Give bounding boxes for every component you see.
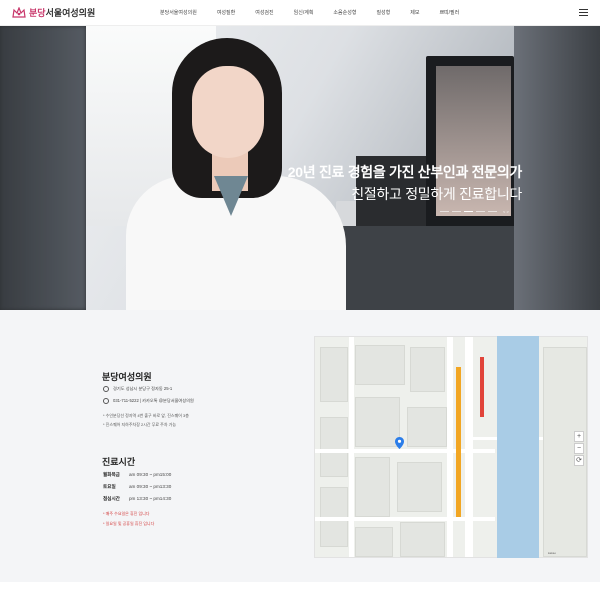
hero-banner: 20년 진료 경험을 가진 산부인과 전문의가 친절하고 정밀하게 진료합니다 … (0, 26, 600, 310)
closed-wednesday-note: * 매주 수요일은 휴진 입니다 (103, 511, 150, 516)
hours-title: 진료시간 (102, 457, 136, 467)
hero-title: 20년 진료 경험을 가진 산부인과 전문의가 (287, 164, 523, 180)
slide-dot-active[interactable] (464, 211, 473, 212)
slide-pagination: < > (440, 209, 509, 214)
address-row: 경기도 성남시 분당구 정자동 25-1 (103, 386, 172, 392)
nav-item-womens-disease[interactable]: 여성질환 (207, 9, 245, 16)
phone-icon (103, 398, 109, 404)
main-nav: 분당서울여성의원 여성질환 여성검진 임신/계획 소음순성형 질성형 제모 쁘띠… (150, 9, 469, 16)
parking-note: * 진스퀘어 지하주차장 2시간 무료 주차 가능 (103, 422, 177, 427)
site-header: 분당서울여성의원 분당서울여성의원 여성질환 여성검진 임신/계획 소음순성형 … (0, 0, 600, 26)
nav-item-labiaplasty[interactable]: 소음순성형 (323, 9, 366, 16)
nav-item-about[interactable]: 분당서울여성의원 (150, 9, 207, 16)
nav-item-vaginoplasty[interactable]: 질성형 (366, 9, 400, 16)
hours-row: 월화목금 am 09:30 ~ pm15:00 (103, 472, 172, 477)
nav-item-hair-removal[interactable]: 제모 (400, 9, 429, 16)
hamburger-icon[interactable] (579, 9, 588, 16)
slide-dot[interactable] (476, 211, 485, 212)
slide-dot[interactable] (440, 211, 449, 212)
footer-strip (0, 582, 600, 600)
nav-item-checkup[interactable]: 여성검진 (245, 9, 283, 16)
map-reset-button[interactable]: ⟳ (574, 455, 584, 466)
map-river (497, 336, 539, 558)
map-zoom-out-button[interactable]: − (574, 443, 584, 454)
slide-dot[interactable] (452, 211, 461, 212)
nav-item-petit-filler[interactable]: 쁘띠/필러 (429, 9, 469, 16)
location-pin-icon (103, 386, 109, 392)
nav-item-pregnancy[interactable]: 임신/계획 (284, 9, 324, 16)
location-map[interactable] (314, 336, 588, 558)
logo-text: 분당서울여성의원 (29, 8, 96, 18)
crown-logo-icon (12, 6, 26, 18)
slide-nav-arrows[interactable]: < > (503, 209, 509, 214)
directions-note: * 수인분당선 정자역 4번 출구 바로 앞, 진스퀘어 3층 (103, 413, 189, 418)
map-credit: kakao (548, 551, 557, 555)
map-marker-icon[interactable] (395, 437, 404, 449)
address-text: 경기도 성남시 분당구 정자동 25-1 (113, 386, 173, 391)
map-zoom-in-button[interactable]: + (574, 431, 584, 442)
hours-row: 토요일 am 09:30 ~ pm13:30 (103, 484, 172, 489)
phone-row: 031-711-5222 | 카카오톡 @분당서울여성의원 (103, 398, 194, 404)
clinic-name: 분당여성의원 (102, 372, 152, 382)
hours-row: 점심시간 pm 13:30 ~ pm14:30 (103, 496, 172, 501)
logo[interactable]: 분당서울여성의원 (12, 6, 95, 19)
hero-next-slide-preview (514, 26, 600, 310)
closed-sunday-note: * 일요일 및 공휴일 휴진 입니다 (103, 521, 155, 526)
phone-text[interactable]: 031-711-5222 | 카카오톡 @분당서울여성의원 (113, 398, 194, 404)
slide-dot[interactable] (488, 211, 497, 212)
hero-subtitle: 친절하고 정밀하게 진료합니다 (351, 186, 522, 202)
